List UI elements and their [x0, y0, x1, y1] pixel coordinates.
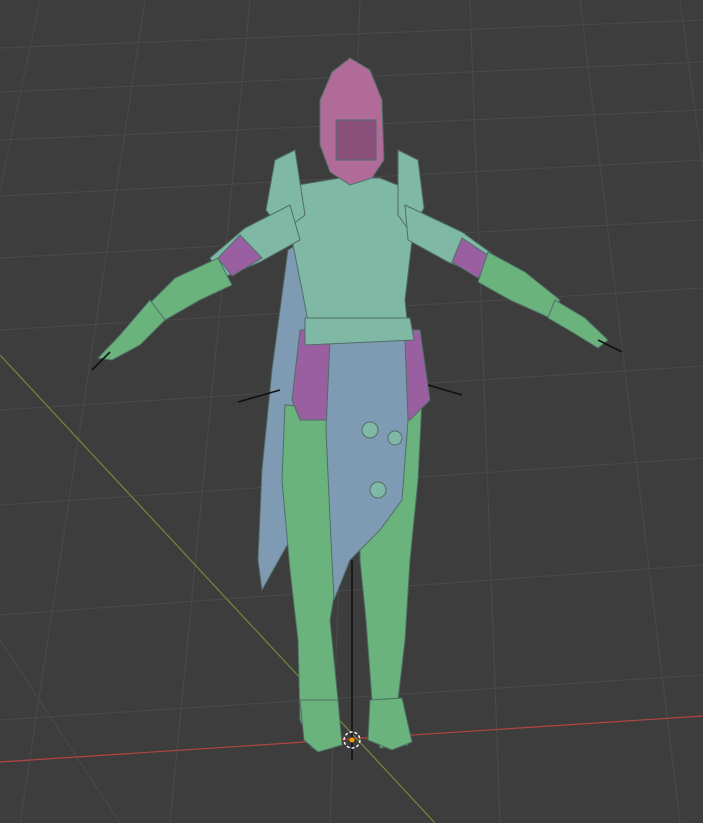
left-hand-mesh[interactable] [96, 299, 166, 361]
belt-disc [387, 430, 403, 446]
belt-mesh[interactable] [304, 317, 415, 346]
right-forearm-mesh[interactable] [477, 251, 561, 319]
right-boot-mesh[interactable] [367, 697, 413, 751]
belt-disc [369, 481, 387, 499]
belt-disc [361, 421, 379, 439]
knight-character-model[interactable] [96, 57, 609, 753]
chest-armor-mesh[interactable] [291, 177, 413, 333]
right-hand-bone[interactable] [597, 339, 623, 353]
right-hip-bone[interactable] [427, 384, 463, 396]
helmet-visor [335, 119, 377, 161]
viewport-scene[interactable] [0, 0, 703, 823]
3d-viewport[interactable] [0, 0, 703, 823]
left-boot-mesh[interactable] [299, 699, 343, 753]
